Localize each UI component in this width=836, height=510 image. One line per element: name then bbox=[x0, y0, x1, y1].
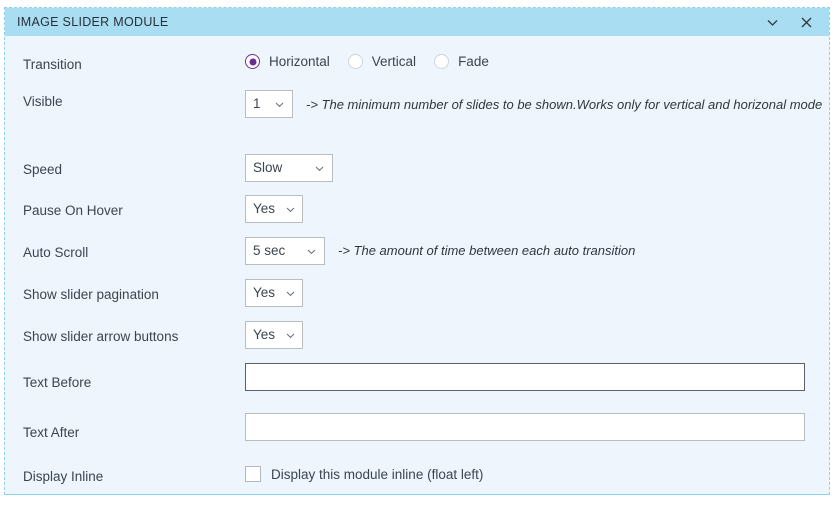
row-show-pagination: Show slider pagination Yes bbox=[5, 279, 829, 321]
radio-fade-icon[interactable] bbox=[434, 54, 450, 69]
chevron-down-icon[interactable] bbox=[764, 14, 781, 31]
row-show-arrow-buttons: Show slider arrow buttons Yes bbox=[5, 321, 829, 363]
panel-title: IMAGE SLIDER MODULE bbox=[17, 15, 169, 29]
row-text-after: Text After bbox=[5, 413, 829, 463]
show-pagination-select[interactable]: Yes bbox=[245, 279, 303, 307]
visible-select-value: 1 bbox=[253, 96, 261, 111]
radio-label-fade: Fade bbox=[458, 54, 489, 69]
row-field-text-before bbox=[245, 363, 829, 391]
row-field-transition: Horizontal Vertical Fade bbox=[245, 54, 829, 69]
chevron-down-icon bbox=[304, 163, 325, 174]
auto-scroll-select-value: 5 sec bbox=[253, 243, 286, 258]
show-pagination-select-value: Yes bbox=[253, 285, 276, 300]
row-field-auto-scroll: 5 sec -> The amount of time between each… bbox=[245, 237, 829, 265]
panel-body: Transition Horizontal Vertical Fade Visi… bbox=[5, 54, 829, 503]
text-after-input[interactable] bbox=[245, 413, 805, 441]
radio-option-fade[interactable]: Fade bbox=[434, 54, 489, 69]
row-transition: Transition Horizontal Vertical Fade bbox=[5, 54, 829, 90]
chevron-down-icon bbox=[275, 288, 296, 299]
row-label-text-before: Text Before bbox=[23, 375, 92, 390]
visible-help-text: -> The minimum number of slides to be sh… bbox=[306, 97, 823, 112]
row-label-show-pagination: Show slider pagination bbox=[23, 287, 159, 302]
row-pause-on-hover: Pause On Hover Yes bbox=[5, 195, 829, 237]
row-field-visible: 1 -> The minimum number of slides to be … bbox=[245, 90, 829, 119]
panel-header-actions bbox=[764, 14, 821, 31]
radio-label-horizontal: Horizontal bbox=[269, 54, 330, 69]
speed-select[interactable]: Slow bbox=[245, 154, 333, 182]
row-field-show-pagination: Yes bbox=[245, 279, 829, 307]
radio-label-vertical: Vertical bbox=[371, 54, 417, 69]
auto-scroll-select[interactable]: 5 sec bbox=[245, 237, 325, 265]
auto-scroll-help-text: -> The amount of time between each auto … bbox=[338, 243, 636, 258]
row-field-show-arrow-buttons: Yes bbox=[245, 321, 829, 349]
row-label-visible: Visible bbox=[23, 94, 63, 109]
row-auto-scroll: Auto Scroll 5 sec -> The amount of time … bbox=[5, 237, 829, 279]
pause-on-hover-select[interactable]: Yes bbox=[245, 195, 303, 223]
transition-radio-group: Horizontal Vertical Fade bbox=[245, 54, 489, 69]
radio-option-vertical[interactable]: Vertical bbox=[347, 54, 417, 69]
chevron-down-icon bbox=[296, 246, 317, 257]
speed-select-value: Slow bbox=[253, 160, 283, 175]
row-speed: Speed Slow bbox=[5, 154, 829, 195]
row-field-display-inline: Display this module inline (float left) bbox=[245, 463, 829, 482]
chevron-down-icon bbox=[264, 99, 285, 110]
close-icon[interactable] bbox=[798, 14, 815, 31]
pause-on-hover-select-value: Yes bbox=[253, 201, 276, 216]
row-label-text-after: Text After bbox=[23, 425, 80, 440]
row-text-before: Text Before bbox=[5, 363, 829, 413]
chevron-down-icon bbox=[275, 204, 296, 215]
radio-horizontal-icon[interactable] bbox=[245, 54, 260, 69]
text-before-input[interactable] bbox=[245, 363, 805, 391]
row-label-speed: Speed bbox=[23, 162, 63, 177]
row-label-pause-on-hover: Pause On Hover bbox=[23, 203, 123, 218]
row-field-pause-on-hover: Yes bbox=[245, 195, 829, 223]
radio-vertical-icon[interactable] bbox=[347, 54, 363, 69]
row-display-inline: Display Inline Display this module inlin… bbox=[5, 463, 829, 503]
radio-option-horizontal[interactable]: Horizontal bbox=[245, 54, 330, 69]
row-label-show-arrow-buttons: Show slider arrow buttons bbox=[23, 329, 179, 344]
row-visible: Visible 1 -> The minimum number of slide… bbox=[5, 90, 829, 146]
show-arrow-buttons-select-value: Yes bbox=[253, 327, 276, 342]
row-label-transition: Transition bbox=[23, 57, 82, 72]
row-field-text-after bbox=[245, 413, 829, 441]
image-slider-module-panel: IMAGE SLIDER MODULE Transition Horizonta… bbox=[4, 7, 830, 495]
row-field-speed: Slow bbox=[245, 154, 829, 182]
display-inline-checkbox-label: Display this module inline (float left) bbox=[271, 466, 484, 482]
display-inline-checkbox[interactable] bbox=[245, 466, 261, 482]
visible-select[interactable]: 1 bbox=[245, 90, 293, 118]
row-label-auto-scroll: Auto Scroll bbox=[23, 245, 89, 260]
panel-header: IMAGE SLIDER MODULE bbox=[5, 8, 829, 36]
row-label-display-inline: Display Inline bbox=[23, 469, 104, 484]
chevron-down-icon bbox=[275, 330, 296, 341]
show-arrow-buttons-select[interactable]: Yes bbox=[245, 321, 303, 349]
display-inline-checkbox-wrap[interactable]: Display this module inline (float left) bbox=[245, 463, 483, 482]
